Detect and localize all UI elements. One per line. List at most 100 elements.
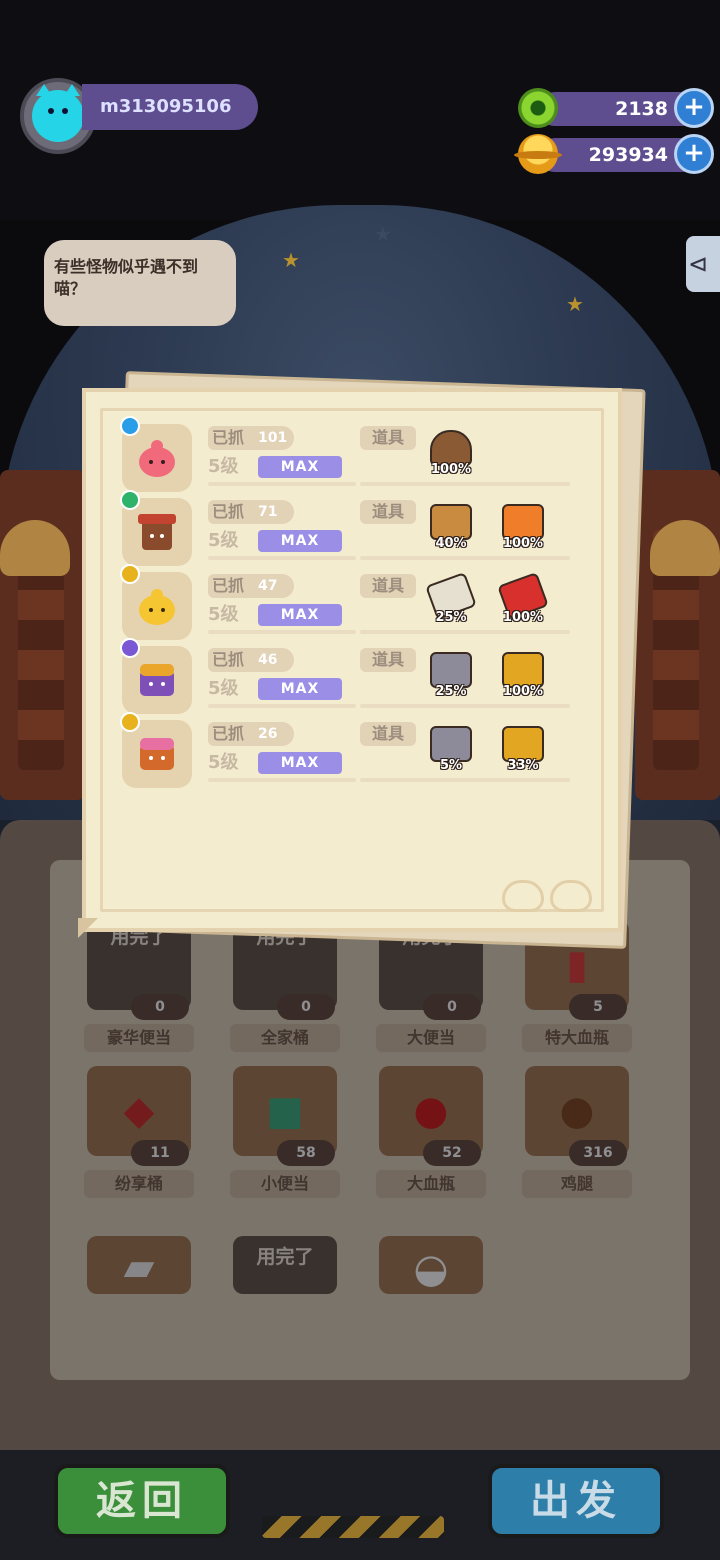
caught-label: 已抓: [212, 428, 245, 447]
pink-slime-icon: [139, 440, 175, 477]
caught-label: 已抓: [212, 650, 245, 669]
orange-box-icon: [502, 504, 544, 540]
drop-rate: 40%: [435, 536, 467, 551]
gray-case-icon: [430, 726, 472, 762]
drop-item[interactable]: 100%: [498, 650, 548, 702]
caught-pill: 已抓 46: [208, 648, 294, 672]
max-badge: MAX: [258, 456, 342, 478]
cat-ear: [36, 84, 52, 96]
helmet-icon: [430, 430, 472, 466]
drop-item[interactable]: 100%: [498, 502, 548, 554]
drop-item[interactable]: 25%: [426, 650, 476, 702]
purple-chest-monster-icon: [140, 664, 174, 696]
player-profile[interactable]: m313095106: [20, 78, 260, 158]
drop-item[interactable]: 100%: [497, 571, 549, 628]
caught-count: 101: [258, 430, 288, 446]
gold-case-icon: [502, 652, 544, 688]
monster-row[interactable]: 已抓 101 5级 MAX 道具 100%: [120, 416, 572, 492]
side-tab[interactable]: ⊲: [686, 236, 720, 292]
green-ring-gem-icon: [518, 88, 558, 128]
left-banner: [0, 470, 85, 800]
gold-case-icon: [502, 726, 544, 762]
share-icon: ⊲: [688, 250, 709, 278]
drop-item[interactable]: 33%: [498, 724, 548, 776]
caught-pill: 已抓 26: [208, 722, 294, 746]
cat-doodle: [502, 880, 544, 912]
caught-pill: 已抓 47: [208, 574, 294, 598]
caught-label: 已抓: [212, 724, 245, 743]
drop-rate: 100%: [430, 462, 472, 477]
caught-pill: 已抓 71: [208, 500, 294, 524]
caught-count: 71: [258, 504, 278, 520]
max-badge: MAX: [258, 752, 342, 774]
divider: [208, 482, 356, 486]
coin-value: 293934: [588, 144, 668, 166]
caught-label: 已抓: [212, 502, 245, 521]
monster-level: 5级: [208, 456, 239, 477]
divider: [208, 630, 356, 634]
items-label: 道具: [360, 500, 416, 524]
divider: [360, 704, 570, 708]
monster-row[interactable]: 已抓 47 5级 MAX 道具 25% 100%: [120, 564, 572, 640]
divider: [208, 556, 356, 560]
back-button[interactable]: 返回: [54, 1464, 230, 1538]
drop-rate: 25%: [435, 684, 467, 699]
caught-count: 47: [258, 578, 278, 594]
drop-rate: 5%: [439, 758, 463, 773]
divider: [360, 556, 570, 560]
monster-level: 5级: [208, 752, 239, 773]
drop-rate: 100%: [502, 610, 544, 625]
go-button[interactable]: 出发: [488, 1464, 664, 1538]
items-label: 道具: [360, 426, 416, 450]
divider: [360, 778, 570, 782]
monster-row[interactable]: 已抓 46 5级 MAX 道具 25% 100%: [120, 638, 572, 714]
star-icon: ★: [566, 292, 584, 316]
drop-rate: 33%: [507, 758, 539, 773]
drop-rate: 25%: [435, 610, 467, 625]
speech-bubble: 有些怪物似乎遇不到喵？: [44, 240, 236, 326]
caught-count: 46: [258, 652, 278, 668]
drop-item[interactable]: 40%: [426, 502, 476, 554]
red-box-monster-icon: [138, 514, 176, 550]
add-coins-button[interactable]: +: [674, 134, 714, 174]
drop-item[interactable]: 5%: [426, 724, 476, 776]
monster-level: 5级: [208, 530, 239, 551]
gem-counter: 2138 +: [518, 88, 714, 128]
monster-portrait: [120, 416, 192, 492]
cardboard-box-icon: [430, 504, 472, 540]
rarity-badge-icon: [120, 490, 140, 510]
divider: [360, 630, 570, 634]
gem-value: 2138: [615, 98, 668, 120]
right-banner: [635, 470, 720, 800]
drop-rate: 100%: [502, 684, 544, 699]
hazard-stripe: [262, 1516, 444, 1538]
drop-item[interactable]: 100%: [426, 428, 476, 480]
cat-eye: [62, 108, 68, 114]
cat-doodle: [550, 880, 592, 912]
monster-portrait: [120, 638, 192, 714]
cat-eye: [48, 108, 54, 114]
coin-counter: 293934 +: [514, 134, 714, 174]
divider: [208, 704, 356, 708]
cat-avatar-icon: [32, 84, 84, 142]
add-gems-button[interactable]: +: [674, 88, 714, 128]
items-label: 道具: [360, 574, 416, 598]
rarity-badge-icon: [120, 638, 140, 658]
divider: [208, 778, 356, 782]
monster-portrait: [120, 564, 192, 640]
divider: [360, 482, 570, 486]
drop-item[interactable]: 25%: [425, 571, 477, 628]
rarity-badge-icon: [120, 416, 140, 436]
star-icon: ★: [282, 248, 300, 272]
caught-pill: 已抓 101: [208, 426, 294, 450]
monster-row[interactable]: 已抓 71 5级 MAX 道具 40% 100%: [120, 490, 572, 566]
cat-ear: [64, 84, 80, 96]
star-icon: ★: [374, 222, 392, 246]
gray-case-icon: [430, 652, 472, 688]
cat-doodle-icon: [502, 872, 596, 912]
monster-row[interactable]: 已抓 26 5级 MAX 道具 5% 33%: [120, 712, 572, 788]
max-badge: MAX: [258, 530, 342, 552]
monster-level: 5级: [208, 678, 239, 699]
caught-label: 已抓: [212, 576, 245, 595]
rarity-badge-icon: [120, 712, 140, 732]
